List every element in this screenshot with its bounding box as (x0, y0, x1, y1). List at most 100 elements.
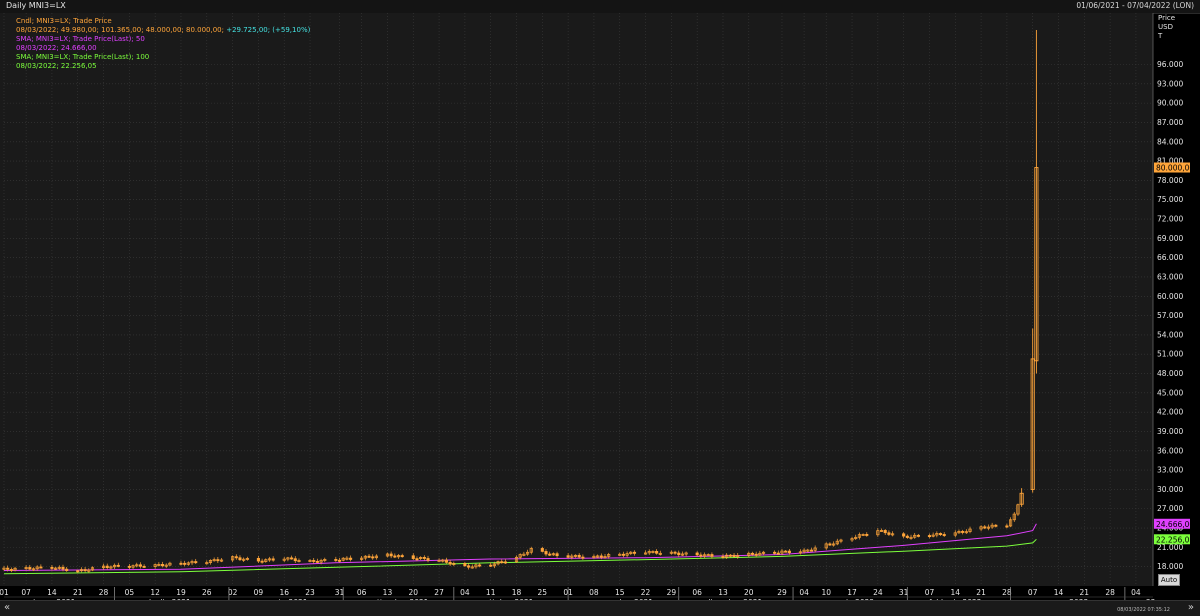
candle-body (632, 551, 637, 554)
candle-body (599, 555, 603, 558)
x-tick-label: 08 (589, 588, 599, 597)
y-tick-label: 36.000 (1157, 446, 1183, 455)
y-tick-label: 48.000 (1157, 369, 1183, 378)
candle-body (463, 563, 467, 567)
x-tick-label: 12 (150, 588, 160, 597)
candle-body (883, 530, 887, 534)
candle-body (61, 566, 65, 570)
x-tick-label: 11 (486, 588, 496, 597)
candle-body (721, 556, 725, 558)
x-tick-label: 14 (1054, 588, 1064, 597)
candle-body (938, 533, 943, 535)
candle-body (467, 565, 471, 568)
candle-body (544, 551, 548, 555)
x-tick-label: 23 (305, 588, 315, 597)
candle-body (234, 556, 238, 559)
candle-body (655, 551, 659, 554)
x-tick-label: 07 (21, 588, 31, 597)
price-chart[interactable]: 18.00021.00024.00027.00030.00033.00036.0… (0, 13, 1200, 600)
x-tick-label: 14 (950, 588, 960, 597)
x-tick-label: 06 (692, 588, 702, 597)
y-tick-label: 90.000 (1157, 99, 1183, 108)
x-tick-label: 13 (718, 588, 728, 597)
candle-body (389, 553, 393, 557)
candle-body (393, 555, 397, 558)
candle-body (754, 553, 758, 556)
y-tick-label: 78.000 (1157, 176, 1183, 185)
candle-body (994, 524, 998, 527)
candle-body (349, 557, 353, 560)
candle-body (28, 567, 32, 570)
y-axis-label-unit: T (1158, 32, 1163, 40)
candle-body (887, 532, 891, 535)
candle-body (942, 534, 946, 536)
x-tick-label: 22 (641, 588, 651, 597)
candle-body (39, 566, 43, 569)
date-range[interactable]: 01/06/2021 - 07/04/2022 (LON) (1076, 1, 1194, 10)
x-tick-label: 20 (744, 588, 754, 597)
x-tick-label: 06 (357, 588, 367, 597)
candle-body (105, 565, 109, 568)
candle-body (503, 561, 507, 564)
candle-body (577, 554, 581, 558)
x-tick-label: 29 (777, 588, 787, 597)
y-tick-label: 63.000 (1157, 272, 1183, 281)
candle-body (83, 569, 87, 572)
candle-body (6, 567, 10, 570)
candle-body (728, 554, 732, 557)
x-tick-label: 19 (176, 588, 186, 597)
candle-body (367, 555, 371, 558)
x-tick-label: 05 (125, 588, 135, 597)
y-tick-label: 84.000 (1157, 137, 1183, 146)
x-tick-label: 07 (1028, 588, 1038, 597)
candle-body (776, 552, 780, 555)
legend-sma50-value: 08/03/2022; 24.666,00 (16, 44, 97, 52)
x-tick-label: 14 (47, 588, 57, 597)
candle-body (293, 558, 297, 562)
candle-body (548, 553, 552, 556)
candle-body (1005, 525, 1009, 528)
candle-body (271, 558, 275, 561)
auto-scale-button[interactable]: Auto (1158, 574, 1180, 586)
legend-sma100-title: SMA; MNI3=LX; Trade Price(Last); 100 (16, 53, 150, 61)
legend-sma50-title: SMA; MNI3=LX; Trade Price(Last); 50 (16, 35, 145, 43)
scroll-right-button[interactable]: » (1188, 602, 1194, 613)
chart-legend: Cndl; MNI3=LX; Trade Price 08/03/2022; 4… (16, 17, 310, 71)
candle-body (905, 535, 909, 538)
y-tick-label: 69.000 (1157, 234, 1183, 243)
candle-body (677, 552, 681, 556)
y-tick-label: 33.000 (1157, 466, 1183, 475)
candle-body (540, 548, 544, 552)
x-tick-label: 25 (538, 588, 548, 597)
candle-body (621, 553, 625, 556)
candle-body (127, 565, 131, 568)
window-header: Daily MNI3=LX 01/06/2021 - 07/04/2022 (L… (0, 0, 1200, 14)
y-axis: 18.00021.00024.00027.00030.00033.00036.0… (1157, 60, 1183, 571)
candle-body (371, 556, 375, 559)
candle-body (142, 565, 146, 568)
x-tick-label: 13 (383, 588, 393, 597)
candle-body (809, 549, 814, 552)
legend-candle-values: 08/03/2022; 49.980,00; 101.365,00; 48.00… (16, 26, 310, 35)
candle-body (138, 564, 142, 567)
x-tick-label: 04 (799, 588, 809, 597)
candle-body (773, 551, 777, 554)
x-tick-label: 20 (408, 588, 418, 597)
y-tick-label: 96.000 (1157, 60, 1183, 69)
x-tick-label: 21 (73, 588, 83, 597)
value-tag-label: 24.666,00 (1156, 520, 1194, 529)
candle-body (828, 543, 832, 546)
y-tick-label: 54.000 (1157, 330, 1183, 339)
candle-body (256, 558, 260, 562)
candle-body (415, 558, 419, 561)
scroll-left-button[interactable]: « (4, 602, 10, 613)
candle-body (65, 568, 69, 572)
candle-body (555, 553, 559, 557)
candle-body (426, 558, 430, 561)
y-tick-label: 42.000 (1157, 408, 1183, 417)
candle-body (787, 550, 791, 554)
candle-body (315, 560, 319, 563)
candle-body (865, 534, 869, 536)
y-tick-label: 72.000 (1157, 215, 1183, 224)
candle-body (478, 564, 482, 567)
